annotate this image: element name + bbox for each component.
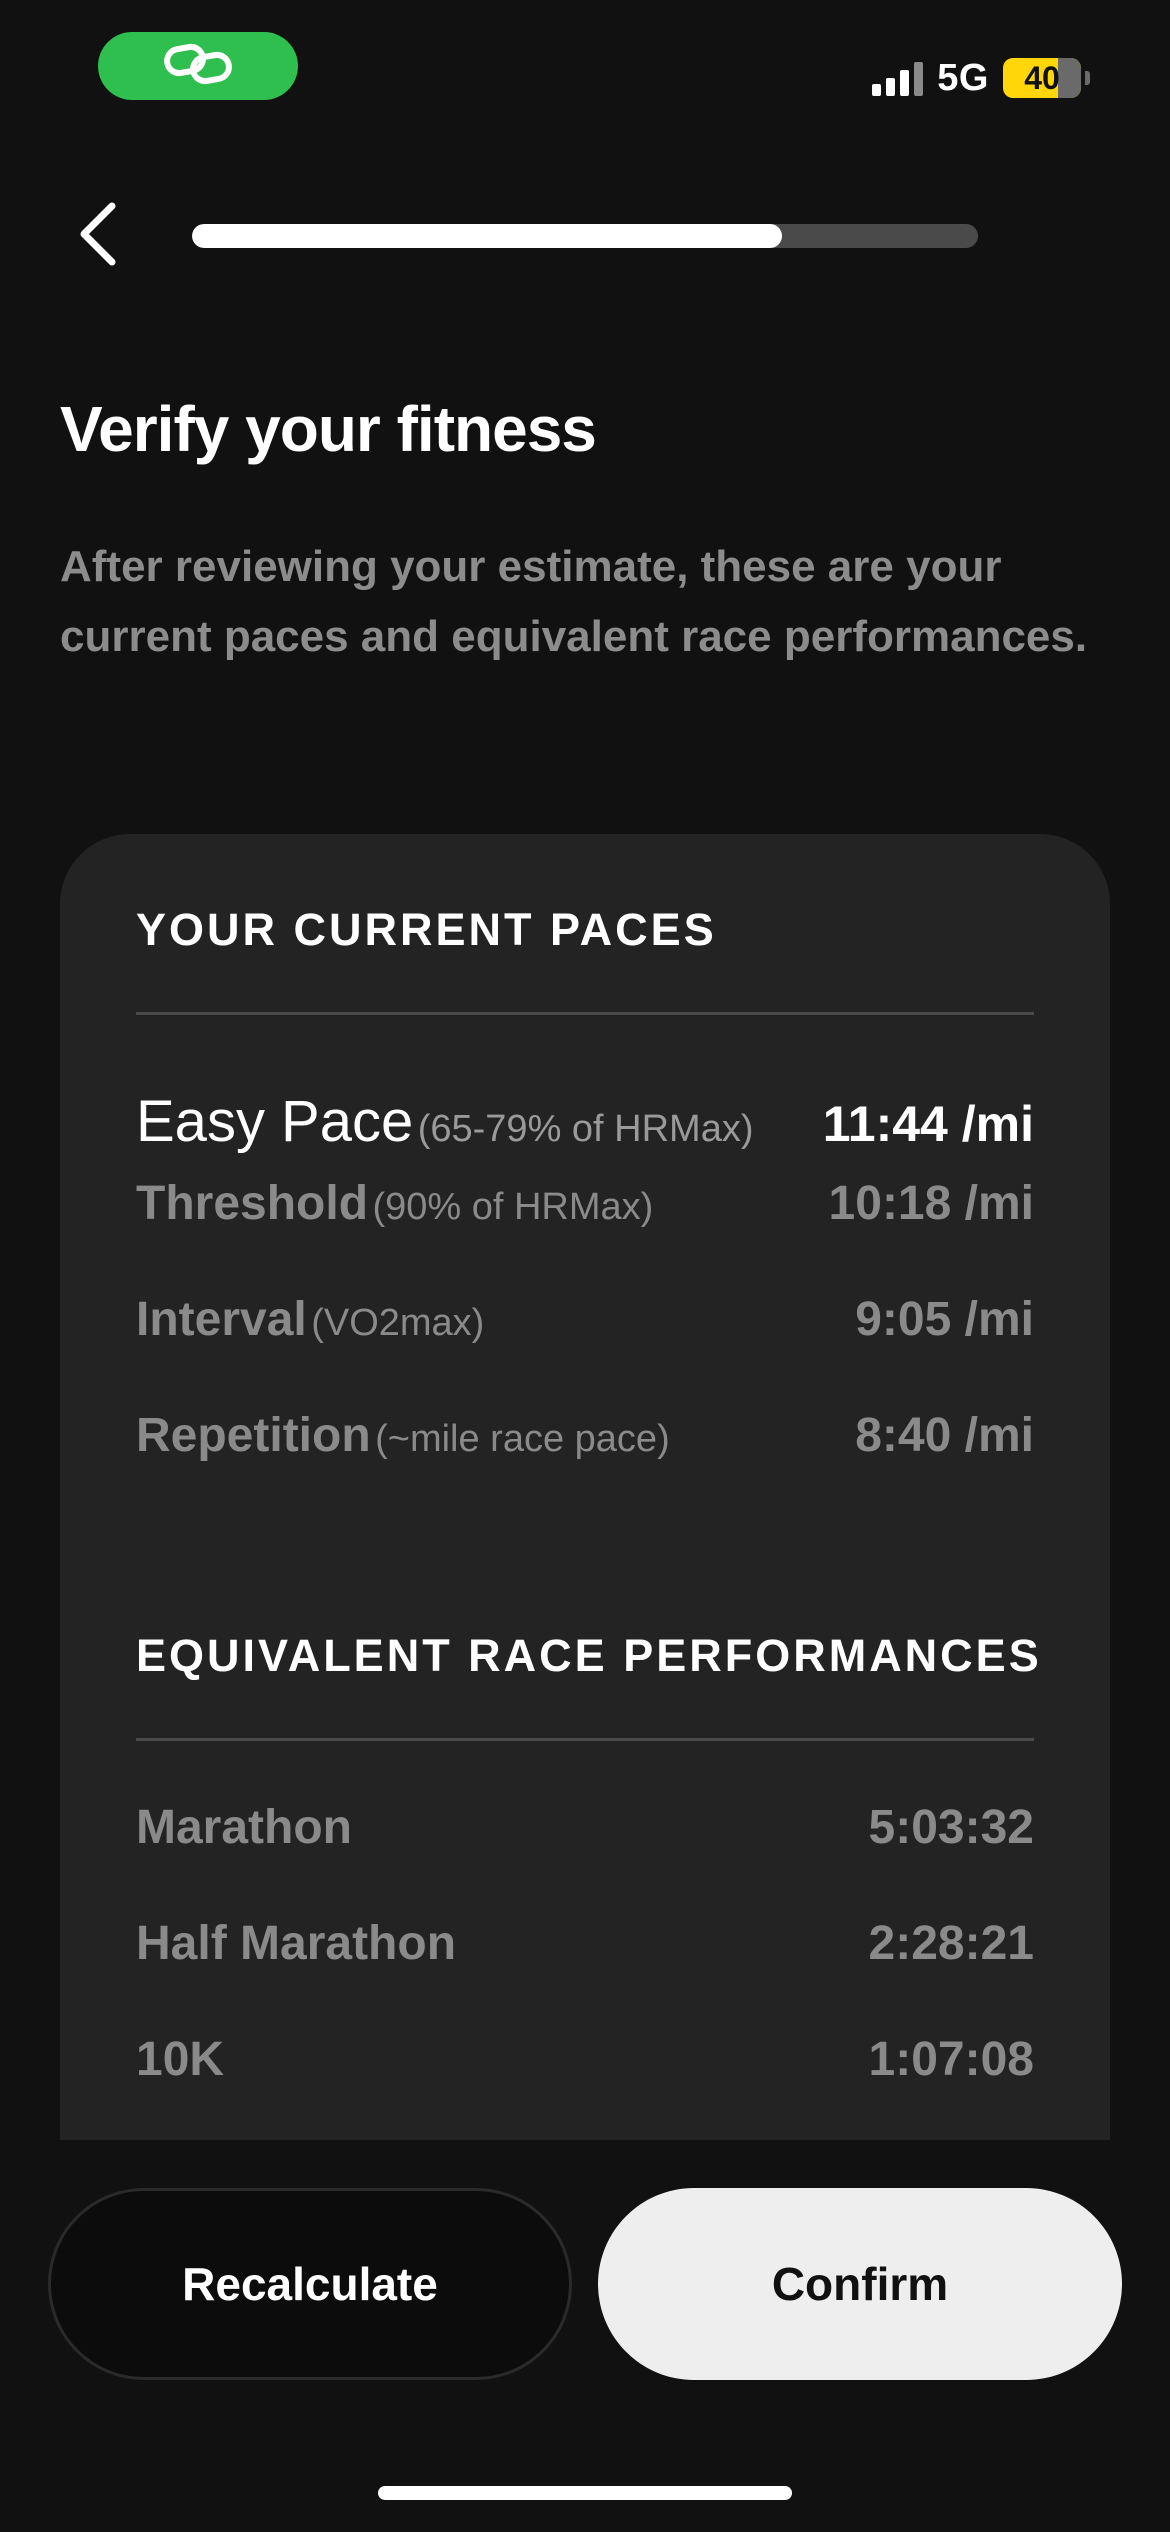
battery-level: 40 — [1024, 59, 1060, 96]
pace-label: Threshold — [136, 1177, 369, 1230]
pace-value: 11:44 /mi — [822, 1096, 1034, 1152]
paces-heading: YOUR CURRENT PACES — [136, 904, 717, 955]
home-indicator[interactable] — [378, 2486, 792, 2500]
page-title: Verify your fitness — [60, 393, 597, 465]
pace-row-threshold: Threshold (90% of HRMax) 10:18 /mi — [136, 1176, 1034, 1231]
pace-label: Easy Pace — [136, 1089, 414, 1154]
back-button[interactable] — [58, 196, 138, 276]
pace-label: Interval — [136, 1293, 307, 1346]
race-label: Marathon — [136, 1801, 352, 1854]
link-pill[interactable] — [98, 32, 298, 100]
race-label: 10K — [136, 2033, 225, 2086]
status-bar: 5G 40 — [0, 0, 1170, 140]
fitness-card: YOUR CURRENT PACES Easy Pace (65-79% of … — [60, 834, 1110, 2140]
pace-note: (VO2max) — [311, 1302, 485, 1344]
confirm-button[interactable]: Confirm — [598, 2188, 1122, 2380]
recalculate-button[interactable]: Recalculate — [48, 2188, 572, 2380]
pace-value: 10:18 /mi — [828, 1177, 1034, 1230]
pace-note: (65-79% of HRMax) — [417, 1108, 754, 1150]
race-row-half-marathon: Half Marathon 2:28:21 — [136, 1916, 1034, 1971]
battery-icon: 40 — [1003, 58, 1081, 98]
network-type: 5G — [937, 56, 989, 99]
chevron-left-icon — [76, 202, 120, 271]
page-subtitle: After reviewing your estimate, these are… — [60, 542, 1088, 661]
battery-cap — [1085, 71, 1090, 85]
pace-row-easy: Easy Pace (65-79% of HRMax) 11:44 /mi — [136, 1088, 1034, 1155]
pace-value: 8:40 /mi — [855, 1409, 1034, 1462]
paces-divider — [136, 1012, 1034, 1015]
races-heading: EQUIVALENT RACE PERFORMANCES — [136, 1630, 1042, 1681]
onboarding-progress-bar — [192, 224, 978, 248]
link-icon — [163, 42, 233, 91]
pace-note: (~mile race pace) — [375, 1418, 670, 1460]
progress-fill — [192, 224, 782, 248]
status-indicators: 5G 40 — [872, 50, 1090, 106]
pace-label: Repetition — [136, 1409, 371, 1462]
pace-note: (90% of HRMax) — [372, 1186, 654, 1228]
race-time: 5:03:32 — [868, 1801, 1034, 1854]
race-label: Half Marathon — [136, 1917, 457, 1970]
race-row-marathon: Marathon 5:03:32 — [136, 1800, 1034, 1855]
pace-value: 9:05 /mi — [855, 1293, 1034, 1346]
pace-row-interval: Interval (VO2max) 9:05 /mi — [136, 1292, 1034, 1347]
cellular-signal-icon — [872, 60, 924, 96]
races-divider — [136, 1738, 1034, 1741]
race-time: 2:28:21 — [868, 1917, 1034, 1970]
race-time: 1:07:08 — [868, 2033, 1034, 2086]
pace-row-repetition: Repetition (~mile race pace) 8:40 /mi — [136, 1408, 1034, 1463]
race-row-10k: 10K 1:07:08 — [136, 2032, 1034, 2087]
